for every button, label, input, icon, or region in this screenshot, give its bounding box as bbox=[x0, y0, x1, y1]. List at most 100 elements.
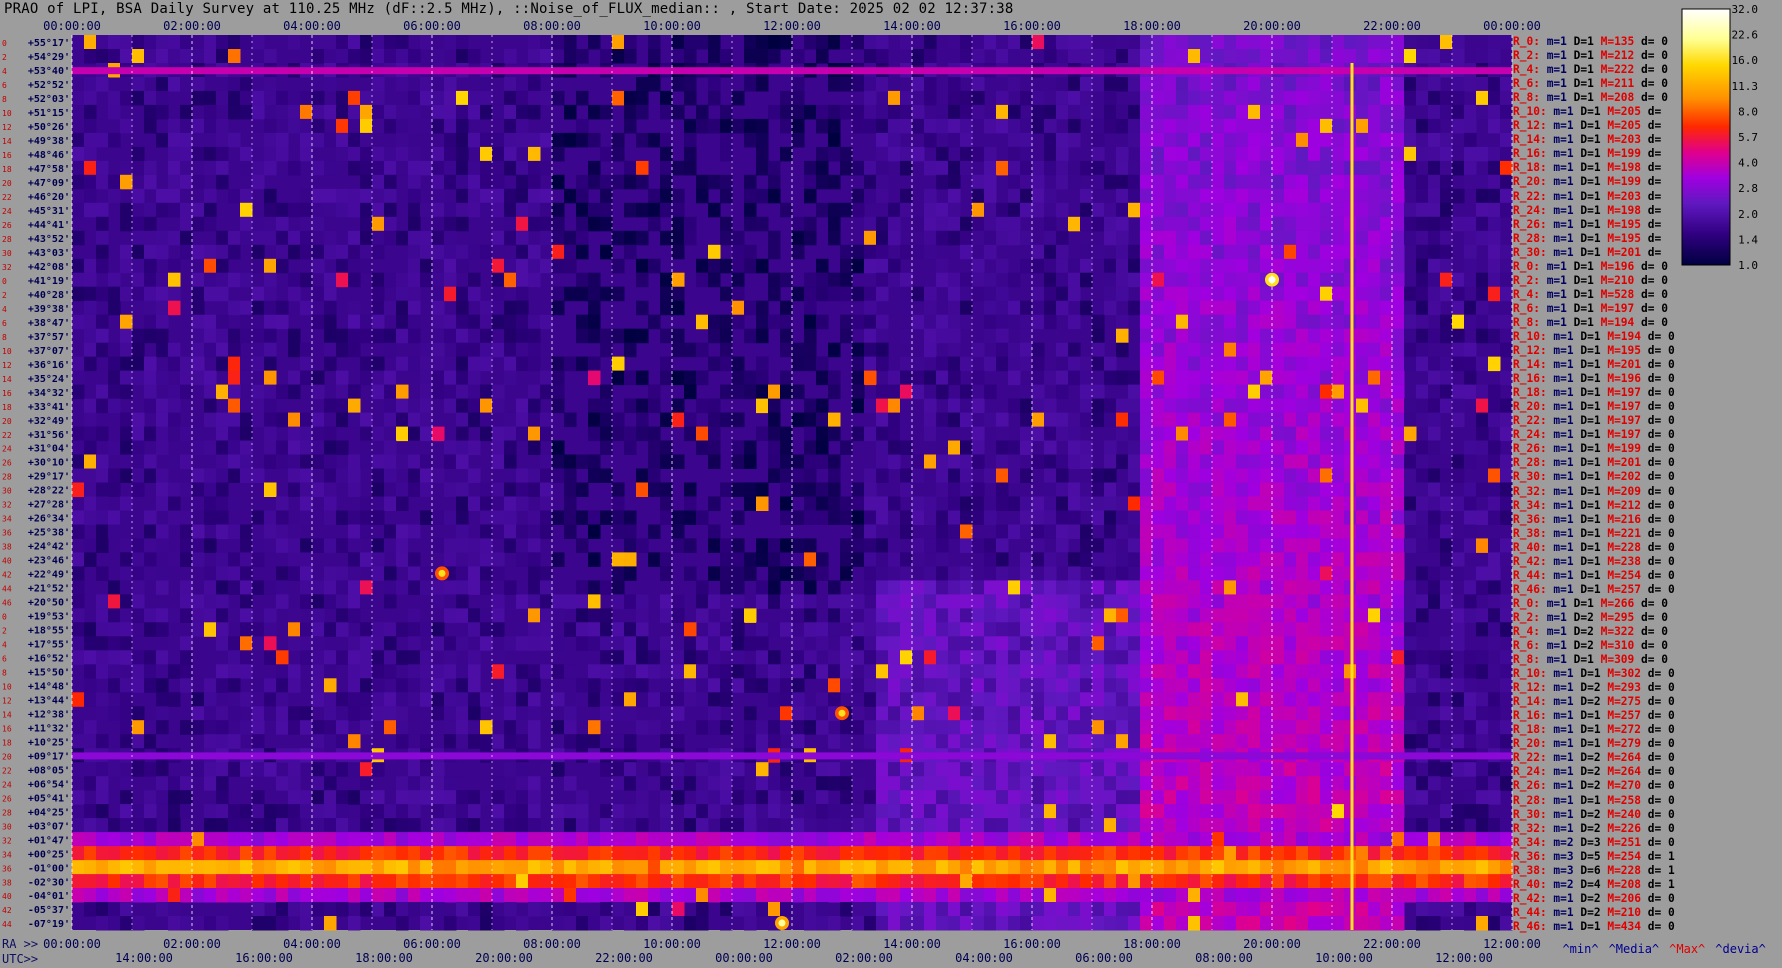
heatmap-cell bbox=[324, 580, 337, 595]
heatmap-cell bbox=[1392, 49, 1405, 64]
heatmap-cell bbox=[804, 706, 817, 721]
heatmap-cell bbox=[840, 272, 853, 288]
heatmap-cell bbox=[240, 398, 253, 414]
heatmap-cell bbox=[1404, 622, 1417, 637]
heatmap-cell bbox=[456, 510, 469, 525]
heatmap-cell bbox=[96, 244, 109, 260]
heatmap-cell bbox=[1344, 286, 1357, 302]
heatmap-cell bbox=[1104, 230, 1117, 246]
heatmap-cell bbox=[456, 454, 469, 469]
heatmap-cell bbox=[468, 734, 481, 749]
heatmap-cell bbox=[660, 286, 673, 302]
heatmap-cell bbox=[804, 790, 817, 805]
heatmap-cell bbox=[1236, 776, 1249, 791]
heatmap-cell bbox=[1140, 692, 1153, 707]
heatmap-cell bbox=[1020, 496, 1033, 511]
heatmap-cell bbox=[1344, 174, 1357, 190]
heatmap-cell bbox=[276, 510, 289, 525]
heatmap-cell bbox=[1500, 342, 1513, 358]
heatmap-cell bbox=[108, 762, 121, 777]
heatmap-cell bbox=[1248, 160, 1261, 176]
heatmap-cell bbox=[888, 608, 901, 623]
heatmap-cell bbox=[1236, 188, 1249, 204]
heatmap-cell bbox=[1176, 762, 1189, 777]
heatmap-cell bbox=[1380, 482, 1393, 497]
heatmap-cell bbox=[192, 286, 205, 302]
heatmap-cell bbox=[1260, 258, 1273, 274]
heatmap-cell bbox=[336, 650, 349, 665]
heatmap-cell bbox=[1116, 552, 1129, 567]
heatmap-cell bbox=[804, 356, 817, 372]
heatmap-cell bbox=[120, 244, 133, 260]
heatmap-cell bbox=[444, 398, 457, 414]
heatmap-cell bbox=[1332, 510, 1345, 525]
heatmap-cell bbox=[1068, 454, 1081, 469]
heatmap-cell bbox=[972, 594, 985, 609]
heatmap-cell bbox=[1188, 706, 1201, 721]
heatmap-cell bbox=[708, 636, 721, 651]
heatmap-cell bbox=[852, 314, 865, 330]
heatmap-cell bbox=[372, 454, 385, 469]
heatmap-cell bbox=[1044, 35, 1057, 50]
heatmap-cell bbox=[312, 664, 325, 679]
heatmap-cell bbox=[1056, 636, 1069, 651]
heatmap-cell bbox=[240, 188, 253, 204]
heatmap-cell bbox=[1224, 230, 1237, 246]
heatmap-cell bbox=[708, 398, 721, 414]
heatmap-cell bbox=[696, 370, 709, 386]
heatmap-cell bbox=[1248, 608, 1261, 623]
heatmap-cell bbox=[804, 468, 817, 483]
heatmap-cell bbox=[672, 244, 685, 260]
heatmap-cell bbox=[1080, 49, 1093, 64]
heatmap-cell bbox=[1164, 594, 1177, 609]
heatmap-cell bbox=[1452, 552, 1465, 567]
heatmap-cell bbox=[984, 664, 997, 679]
heatmap-cell bbox=[264, 118, 277, 134]
heatmap-cell bbox=[1356, 258, 1369, 274]
heatmap-cell bbox=[1392, 594, 1405, 609]
heatmap-cell bbox=[132, 650, 145, 665]
heatmap-cell bbox=[1284, 35, 1297, 50]
heatmap-cell bbox=[1464, 258, 1477, 274]
heatmap-cell bbox=[1440, 314, 1453, 330]
heatmap-cell bbox=[852, 538, 865, 553]
heatmap-cell bbox=[264, 300, 277, 316]
heatmap-cell bbox=[480, 300, 493, 316]
heatmap-cell bbox=[1128, 678, 1141, 693]
heatmap-cell bbox=[1392, 790, 1405, 805]
heatmap-cell bbox=[1272, 77, 1285, 92]
heatmap-cell bbox=[324, 342, 337, 358]
heatmap-cell bbox=[900, 650, 913, 665]
heatmap-cell bbox=[1296, 230, 1309, 246]
heatmap-cell bbox=[1152, 692, 1165, 707]
heatmap-cell bbox=[780, 776, 793, 791]
heatmap-cell bbox=[864, 426, 877, 442]
heatmap-cell bbox=[1200, 356, 1213, 372]
heatmap-cell bbox=[204, 706, 217, 721]
heatmap-cell bbox=[960, 678, 973, 693]
heatmap-cell bbox=[1452, 762, 1465, 777]
heatmap-cell bbox=[1272, 398, 1285, 414]
heatmap-cell bbox=[1488, 566, 1501, 581]
heatmap-cell bbox=[360, 706, 373, 721]
heatmap-cell bbox=[300, 300, 313, 316]
heatmap-cell bbox=[936, 706, 949, 721]
heatmap-cell bbox=[1092, 174, 1105, 190]
heatmap-cell bbox=[1428, 706, 1441, 721]
heatmap-cell bbox=[84, 678, 97, 693]
heatmap-cell bbox=[144, 258, 157, 274]
heatmap-cell bbox=[972, 734, 985, 749]
heatmap-cell bbox=[108, 188, 121, 204]
heatmap-cell bbox=[1476, 762, 1489, 777]
heatmap-cell bbox=[528, 314, 541, 330]
heatmap-cell bbox=[264, 328, 277, 344]
heatmap-cell bbox=[432, 286, 445, 302]
heatmap-cell bbox=[1332, 538, 1345, 553]
heatmap-cell bbox=[456, 342, 469, 358]
heatmap-cell bbox=[84, 77, 97, 92]
heatmap-cell bbox=[264, 286, 277, 302]
heatmap-cell bbox=[996, 216, 1009, 232]
heatmap-cell bbox=[1020, 202, 1033, 218]
heatmap-cell bbox=[840, 146, 853, 162]
heatmap-cell bbox=[1272, 356, 1285, 372]
